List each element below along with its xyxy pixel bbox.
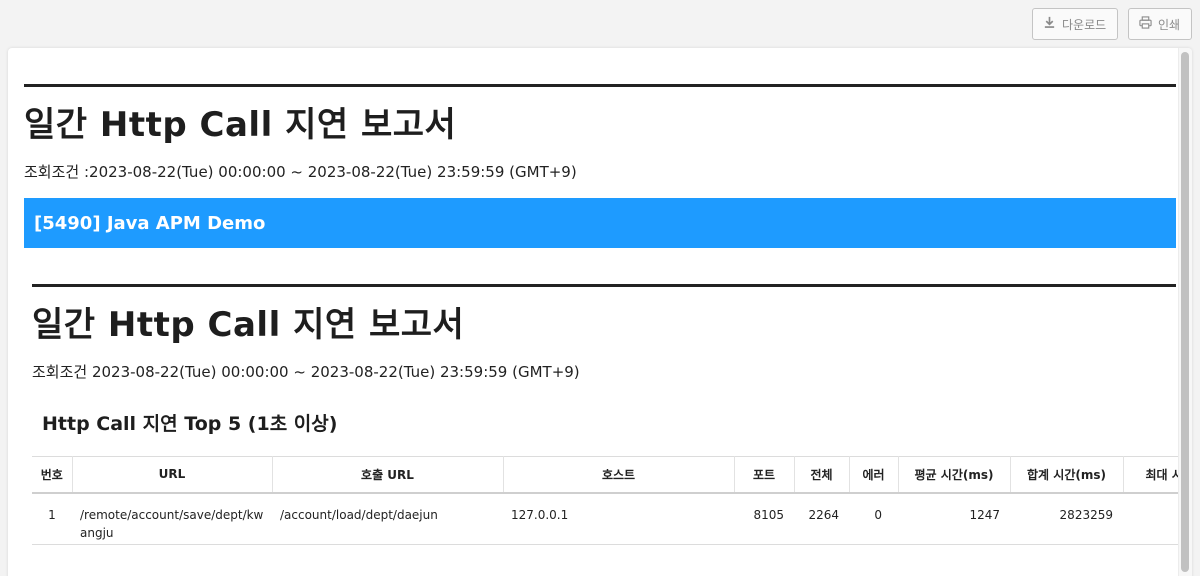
section-condition: 조회조건 2023-08-22(Tue) 00:00:00 ~ 2023-08-… xyxy=(32,363,580,381)
table-header-row: 번호 URL 호출 URL 호스트 포트 전체 에러 평균 시간(ms) 합계 … xyxy=(32,456,1192,494)
project-bar: [5490] Java APM Demo xyxy=(24,198,1176,248)
report-toolbar: 다운로드 인쇄 xyxy=(1032,8,1192,40)
report-content: 일간 Http Call 지연 보고서 조회조건 :2023-08-22(Tue… xyxy=(24,48,1192,545)
table-header[interactable]: 호스트 xyxy=(503,456,735,494)
download-label: 다운로드 xyxy=(1062,17,1107,32)
vertical-scrollbar[interactable] xyxy=(1178,48,1192,576)
section-subtitle: Http Call 지연 Top 5 (1초 이상) xyxy=(42,413,338,435)
table-cell-avg-time: 1247 xyxy=(898,492,1010,545)
table-cell-error: 0 xyxy=(849,492,898,545)
report-section: 일간 Http Call 지연 보고서 조회조건 2023-08-22(Tue)… xyxy=(32,284,1192,545)
project-bar-label: [5490] Java APM Demo xyxy=(34,212,266,234)
table-header[interactable]: 평균 시간(ms) xyxy=(898,456,1011,494)
report-title: 일간 Http Call 지연 보고서 xyxy=(24,105,457,145)
download-button[interactable]: 다운로드 xyxy=(1032,8,1118,40)
scrollbar-thumb[interactable] xyxy=(1181,52,1189,572)
table-header[interactable]: 전체 xyxy=(794,456,850,494)
table-cell-total: 2264 xyxy=(794,492,849,545)
section-title: 일간 Http Call 지연 보고서 xyxy=(32,305,465,345)
print-label: 인쇄 xyxy=(1158,17,1181,32)
table-header[interactable]: 에러 xyxy=(849,456,899,494)
delay-table: 번호 URL 호출 URL 호스트 포트 전체 에러 평균 시간(ms) 합계 … xyxy=(32,456,1192,545)
report-top-rule xyxy=(24,84,1176,87)
section-top-rule xyxy=(32,284,1176,287)
table-header[interactable]: 호출 URL xyxy=(272,456,504,494)
table-cell-rank: 1 xyxy=(32,492,72,545)
table-header[interactable]: URL xyxy=(72,456,273,494)
report-condition: 조회조건 :2023-08-22(Tue) 00:00:00 ~ 2023-08… xyxy=(24,163,577,181)
table-cell-port: 8105 xyxy=(734,492,794,545)
table-row: 1 /remote/account/save/dept/kwangju /acc… xyxy=(32,492,1192,545)
printer-icon xyxy=(1139,16,1152,32)
table-cell-call-url: /account/load/dept/daejun xyxy=(272,492,503,545)
report-panel: 일간 Http Call 지연 보고서 조회조건 :2023-08-22(Tue… xyxy=(8,48,1192,576)
table-cell-url: /remote/account/save/dept/kwangju xyxy=(72,492,272,545)
table-cell-sum-time: 2823259 xyxy=(1010,492,1123,545)
table-header[interactable]: 합계 시간(ms) xyxy=(1010,456,1124,494)
table-header[interactable]: 포트 xyxy=(734,456,795,494)
download-icon xyxy=(1043,16,1056,32)
table-cell-host: 127.0.0.1 xyxy=(503,492,734,545)
table-header[interactable]: 번호 xyxy=(32,456,73,494)
print-button[interactable]: 인쇄 xyxy=(1128,8,1192,40)
